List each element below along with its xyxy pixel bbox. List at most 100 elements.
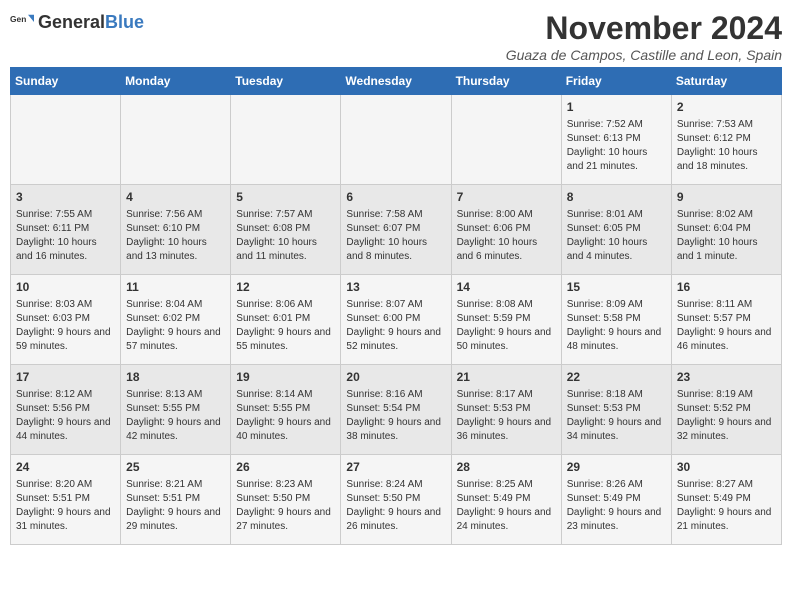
day-number: 15 [567, 279, 666, 296]
calendar-table: SundayMondayTuesdayWednesdayThursdayFrid… [10, 67, 782, 545]
day-number: 11 [126, 279, 225, 296]
cell-info: Sunrise: 8:01 AM Sunset: 6:05 PM Dayligh… [567, 208, 666, 264]
day-number: 18 [126, 369, 225, 386]
header-cell-wednesday: Wednesday [341, 68, 451, 95]
day-number: 17 [16, 369, 115, 386]
cell-info: Sunrise: 8:27 AM Sunset: 5:49 PM Dayligh… [677, 478, 776, 534]
cell-info: Sunrise: 8:00 AM Sunset: 6:06 PM Dayligh… [457, 208, 556, 264]
header: Gen GeneralBlue November 2024 Guaza de C… [10, 10, 782, 63]
cell-info: Sunrise: 8:24 AM Sunset: 5:50 PM Dayligh… [346, 478, 445, 534]
week-row-5: 24 Sunrise: 8:20 AM Sunset: 5:51 PM Dayli… [11, 455, 782, 545]
calendar-cell: 16 Sunrise: 8:11 AM Sunset: 5:57 PM Dayli… [671, 275, 781, 365]
day-number: 29 [567, 459, 666, 476]
title-block: November 2024 Guaza de Campos, Castille … [506, 10, 782, 63]
calendar-cell: 9 Sunrise: 8:02 AM Sunset: 6:04 PM Daylig… [671, 185, 781, 275]
calendar-cell: 22 Sunrise: 8:18 AM Sunset: 5:53 PM Dayli… [561, 365, 671, 455]
calendar-cell: 2Sunrise: 7:53 AM Sunset: 6:12 PM Daylig… [671, 95, 781, 185]
calendar-cell [451, 95, 561, 185]
calendar-cell: 23 Sunrise: 8:19 AM Sunset: 5:52 PM Dayli… [671, 365, 781, 455]
cell-info: Sunrise: 8:17 AM Sunset: 5:53 PM Dayligh… [457, 388, 556, 444]
calendar-cell: 24 Sunrise: 8:20 AM Sunset: 5:51 PM Dayli… [11, 455, 121, 545]
cell-info: Sunrise: 8:13 AM Sunset: 5:55 PM Dayligh… [126, 388, 225, 444]
day-number: 7 [457, 189, 556, 206]
cell-info: Sunrise: 8:03 AM Sunset: 6:03 PM Dayligh… [16, 298, 115, 354]
week-row-2: 3 Sunrise: 7:55 AM Sunset: 6:11 PM Daylig… [11, 185, 782, 275]
calendar-cell: 14 Sunrise: 8:08 AM Sunset: 5:59 PM Dayli… [451, 275, 561, 365]
calendar-cell: 5 Sunrise: 7:57 AM Sunset: 6:08 PM Daylig… [231, 185, 341, 275]
calendar-cell: 10 Sunrise: 8:03 AM Sunset: 6:03 PM Dayli… [11, 275, 121, 365]
cell-info: Sunrise: 8:02 AM Sunset: 6:04 PM Dayligh… [677, 208, 776, 264]
calendar-cell: 25Sunrise: 8:21 AM Sunset: 5:51 PM Dayli… [121, 455, 231, 545]
header-cell-saturday: Saturday [671, 68, 781, 95]
calendar-cell: 27 Sunrise: 8:24 AM Sunset: 5:50 PM Dayli… [341, 455, 451, 545]
cell-info: Sunrise: 8:19 AM Sunset: 5:52 PM Dayligh… [677, 388, 776, 444]
cell-info: Sunrise: 8:04 AM Sunset: 6:02 PM Dayligh… [126, 298, 225, 354]
cell-info: Sunrise: 8:20 AM Sunset: 5:51 PM Dayligh… [16, 478, 115, 534]
day-number: 10 [16, 279, 115, 296]
day-number: 26 [236, 459, 335, 476]
cell-info: Sunrise: 7:56 AM Sunset: 6:10 PM Dayligh… [126, 208, 225, 264]
day-number: 27 [346, 459, 445, 476]
day-number: 20 [346, 369, 445, 386]
cell-info: Sunrise: 8:23 AM Sunset: 5:50 PM Dayligh… [236, 478, 335, 534]
cell-info: Sunrise: 8:21 AM Sunset: 5:51 PM Dayligh… [126, 478, 225, 534]
cell-info: Sunrise: 7:52 AM Sunset: 6:13 PM Dayligh… [567, 118, 666, 174]
header-cell-friday: Friday [561, 68, 671, 95]
day-number: 16 [677, 279, 776, 296]
day-number: 21 [457, 369, 556, 386]
location-subtitle: Guaza de Campos, Castille and Leon, Spai… [506, 47, 782, 63]
svg-text:Gen: Gen [10, 14, 26, 24]
day-number: 23 [677, 369, 776, 386]
logo-text: GeneralBlue [38, 12, 144, 33]
calendar-cell: 4 Sunrise: 7:56 AM Sunset: 6:10 PM Daylig… [121, 185, 231, 275]
calendar-cell: 30 Sunrise: 8:27 AM Sunset: 5:49 PM Dayli… [671, 455, 781, 545]
calendar-cell: 12Sunrise: 8:06 AM Sunset: 6:01 PM Dayli… [231, 275, 341, 365]
week-row-1: 1Sunrise: 7:52 AM Sunset: 6:13 PM Daylig… [11, 95, 782, 185]
calendar-cell [121, 95, 231, 185]
cell-info: Sunrise: 8:08 AM Sunset: 5:59 PM Dayligh… [457, 298, 556, 354]
calendar-cell: 21 Sunrise: 8:17 AM Sunset: 5:53 PM Dayli… [451, 365, 561, 455]
month-year-title: November 2024 [506, 10, 782, 47]
calendar-cell: 1Sunrise: 7:52 AM Sunset: 6:13 PM Daylig… [561, 95, 671, 185]
cell-info: Sunrise: 8:12 AM Sunset: 5:56 PM Dayligh… [16, 388, 115, 444]
day-number: 9 [677, 189, 776, 206]
calendar-cell: 13Sunrise: 8:07 AM Sunset: 6:00 PM Dayli… [341, 275, 451, 365]
calendar-cell: 15 Sunrise: 8:09 AM Sunset: 5:58 PM Dayli… [561, 275, 671, 365]
header-cell-thursday: Thursday [451, 68, 561, 95]
cell-info: Sunrise: 7:57 AM Sunset: 6:08 PM Dayligh… [236, 208, 335, 264]
calendar-cell: 11 Sunrise: 8:04 AM Sunset: 6:02 PM Dayli… [121, 275, 231, 365]
logo-blue: Blue [105, 12, 144, 32]
day-number: 14 [457, 279, 556, 296]
calendar-cell: 7 Sunrise: 8:00 AM Sunset: 6:06 PM Daylig… [451, 185, 561, 275]
header-cell-sunday: Sunday [11, 68, 121, 95]
day-number: 22 [567, 369, 666, 386]
cell-info: Sunrise: 7:58 AM Sunset: 6:07 PM Dayligh… [346, 208, 445, 264]
cell-info: Sunrise: 8:11 AM Sunset: 5:57 PM Dayligh… [677, 298, 776, 354]
week-row-4: 17 Sunrise: 8:12 AM Sunset: 5:56 PM Dayli… [11, 365, 782, 455]
day-number: 3 [16, 189, 115, 206]
day-number: 30 [677, 459, 776, 476]
cell-info: Sunrise: 8:09 AM Sunset: 5:58 PM Dayligh… [567, 298, 666, 354]
day-number: 4 [126, 189, 225, 206]
calendar-cell: 3 Sunrise: 7:55 AM Sunset: 6:11 PM Daylig… [11, 185, 121, 275]
cell-info: Sunrise: 7:53 AM Sunset: 6:12 PM Dayligh… [677, 118, 776, 174]
day-number: 19 [236, 369, 335, 386]
calendar-cell [11, 95, 121, 185]
logo: Gen GeneralBlue [10, 10, 144, 34]
calendar-cell: 19Sunrise: 8:14 AM Sunset: 5:55 PM Dayli… [231, 365, 341, 455]
cell-info: Sunrise: 8:26 AM Sunset: 5:49 PM Dayligh… [567, 478, 666, 534]
day-number: 24 [16, 459, 115, 476]
day-number: 28 [457, 459, 556, 476]
day-number: 5 [236, 189, 335, 206]
calendar-cell: 8 Sunrise: 8:01 AM Sunset: 6:05 PM Daylig… [561, 185, 671, 275]
day-number: 8 [567, 189, 666, 206]
day-number: 12 [236, 279, 335, 296]
cell-info: Sunrise: 8:18 AM Sunset: 5:53 PM Dayligh… [567, 388, 666, 444]
calendar-cell: 26 Sunrise: 8:23 AM Sunset: 5:50 PM Dayli… [231, 455, 341, 545]
logo-general: General [38, 12, 105, 32]
cell-info: Sunrise: 7:55 AM Sunset: 6:11 PM Dayligh… [16, 208, 115, 264]
calendar-cell: 6Sunrise: 7:58 AM Sunset: 6:07 PM Daylig… [341, 185, 451, 275]
logo-icon: Gen [10, 10, 34, 34]
header-row: SundayMondayTuesdayWednesdayThursdayFrid… [11, 68, 782, 95]
cell-info: Sunrise: 8:25 AM Sunset: 5:49 PM Dayligh… [457, 478, 556, 534]
